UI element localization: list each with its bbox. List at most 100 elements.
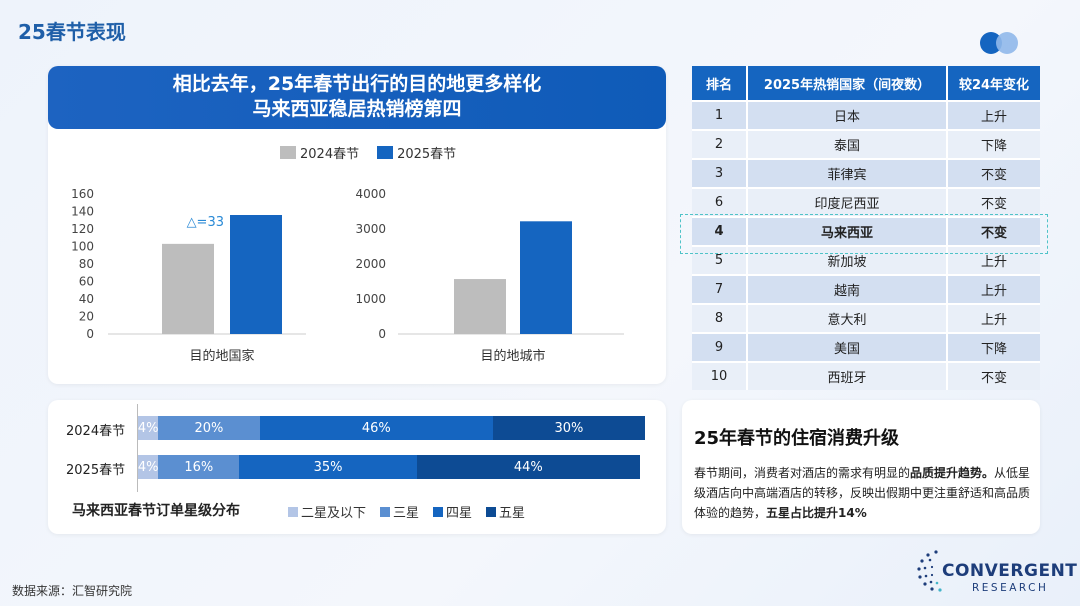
- country-cell: 日本: [746, 102, 946, 129]
- header-country: 2025年热销国家（间夜数）: [746, 66, 946, 100]
- legend-item-2025: 2025春节: [377, 143, 456, 162]
- table-row: 3 菲律宾 不变: [692, 158, 1040, 187]
- page-title: 25春节表现: [18, 20, 126, 44]
- stack-legend-label: 三星: [393, 506, 420, 521]
- banner-line-2: 马来西亚稳居热销榜第四: [252, 98, 462, 120]
- y-tick-label: 20: [79, 310, 94, 324]
- rank-cell: 1: [714, 108, 724, 123]
- stack-segment-四星: 35%: [239, 455, 417, 479]
- table-row: 4 马来西亚 不变: [692, 216, 1040, 245]
- delta-annotation: △=33: [187, 215, 224, 230]
- stack-legend-label: 四星: [446, 506, 473, 521]
- change-cell: 不变: [946, 363, 1040, 390]
- bar-city-2025春节: [520, 221, 572, 334]
- stack-label-2025: 2025春节: [66, 463, 126, 478]
- stack-legend-item: 二星及以下: [288, 502, 366, 521]
- table-header: 排名 2025年热销国家（间夜数） 较24年变化: [692, 66, 1040, 100]
- change-cell: 上升: [946, 102, 1040, 129]
- stack-label-2024: 2024春节: [66, 424, 126, 439]
- y-tick-label: 40: [79, 292, 94, 306]
- banner: 相比去年，25年春节出行的目的地更多样化 马来西亚稳居热销榜第四: [48, 66, 666, 129]
- legend-label-2024: 2024春节: [300, 147, 360, 162]
- stack-segment-二星及以下: 4%: [138, 455, 158, 479]
- table-row: 10 西班牙 不变: [692, 361, 1040, 390]
- stack-legend-swatch: [486, 506, 497, 517]
- y-tick-label: 160: [71, 187, 94, 201]
- bar-country-2025春节: [230, 215, 282, 334]
- y-tick-label: 4000: [355, 187, 386, 201]
- y-tick-label: 1000: [355, 292, 386, 306]
- decor-dots: [980, 32, 1024, 54]
- logo: CONVERGENT RESEARCH: [916, 548, 1077, 598]
- x-category-label: 目的地国家: [189, 348, 254, 364]
- stack-legend-item: 四星: [433, 502, 472, 521]
- stack-segment-四星: 46%: [259, 416, 493, 440]
- bar-charts: 0 20 40 60 80 100 120 140 160 目的地国家 △=33 0 1000 2000 3…: [71, 187, 624, 364]
- y-tick-label: 0: [378, 327, 386, 341]
- change-cell: 不变: [946, 189, 1040, 216]
- stack-bar-2024: 4% 20% 46% 30%: [138, 416, 645, 440]
- insight-body: 春节期间，消费者对酒店的需求有明显的品质提升趋势。从低星级酒店向中高端酒店的转移…: [694, 463, 1034, 523]
- y-tick-label: 140: [71, 205, 94, 219]
- stack-segment-五星: 30%: [492, 416, 645, 440]
- country-cell: 美国: [746, 334, 946, 361]
- legend-swatch-2025: [377, 146, 394, 159]
- y-tick-label: 0: [86, 327, 94, 341]
- table-body: 1 日本 上升 2 泰国 下降 3 菲律宾 不变 6 印度尼西亚 不变 4 马来西亚 不变 5 新加坡 上升 7 越南…: [692, 100, 1040, 390]
- legend-label-2025: 2025春节: [397, 147, 457, 162]
- stack-legend-item: 三星: [380, 502, 419, 521]
- country-cell: 泰国: [746, 131, 946, 158]
- stack-legend: 二星及以下 三星 四星 五星: [288, 502, 525, 521]
- bar-country-2024春节: [162, 243, 214, 334]
- stack-segment-二星及以下: 4%: [138, 416, 158, 440]
- country-cell: 新加坡: [746, 247, 946, 274]
- rank-cell: 5: [714, 253, 724, 268]
- y-tick-label: 100: [71, 240, 94, 254]
- table-row: 5 新加坡 上升: [692, 245, 1040, 274]
- stack-legend-label: 二星及以下: [301, 506, 367, 521]
- y-tick-label: 3000: [355, 222, 386, 236]
- table-row: 7 越南 上升: [692, 274, 1040, 303]
- stack-legend-label: 五星: [499, 506, 526, 521]
- bar-city-2024春节: [454, 279, 506, 334]
- rank-cell: 4: [714, 224, 724, 239]
- country-cell: 意大利: [746, 305, 946, 332]
- stack-title: 马来西亚春节订单星级分布: [72, 503, 240, 519]
- table-row: 1 日本 上升: [692, 100, 1040, 129]
- rank-cell: 7: [714, 282, 724, 297]
- stack-bar-2025: 4% 16% 35% 44%: [138, 455, 645, 479]
- header-change: 较24年变化: [946, 66, 1040, 100]
- banner-line-1: 相比去年，25年春节出行的目的地更多样化: [172, 73, 542, 95]
- table-row: 2 泰国 下降: [692, 129, 1040, 158]
- rank-cell: 10: [710, 369, 728, 384]
- stack-legend-swatch: [380, 506, 391, 517]
- rank-cell: 9: [714, 340, 724, 355]
- logo-text-1: CONVERGENT: [942, 561, 1078, 581]
- insight-title: 25年春节的住宿消费升级: [694, 428, 900, 449]
- legend-swatch-2024: [280, 146, 296, 159]
- stack-segment-五星: 44%: [416, 455, 640, 479]
- change-cell: 下降: [946, 131, 1040, 158]
- bar-legend: 2024春节 2025春节: [280, 143, 456, 162]
- stack-legend-item: 五星: [486, 502, 525, 521]
- insight-bold-2: 五星占比提升14%: [766, 506, 867, 520]
- y-tick-label: 80: [79, 257, 94, 271]
- stack-legend-swatch: [288, 506, 298, 517]
- change-cell: 上升: [946, 276, 1040, 303]
- rank-cell: 3: [714, 166, 724, 181]
- y-tick-label: 60: [79, 275, 94, 289]
- ranking-table: 排名 2025年热销国家（间夜数） 较24年变化 1 日本 上升 2 泰国 下降 3 菲律宾不…: [692, 66, 1040, 390]
- table-row: 9 美国 下降: [692, 332, 1040, 361]
- source-note: 数据来源：汇智研究院: [12, 584, 133, 598]
- insight-text-1: 春节期间，消费者对酒店的需求有明显的: [694, 466, 911, 480]
- y-tick-label: 2000: [355, 257, 386, 271]
- change-cell: 不变: [946, 218, 1040, 245]
- stack-segment-三星: 20%: [158, 416, 260, 440]
- change-cell: 下降: [946, 334, 1040, 361]
- change-cell: 上升: [946, 247, 1040, 274]
- legend-item-2024: 2024春节: [280, 143, 359, 162]
- rank-cell: 6: [714, 195, 724, 210]
- change-cell: 不变: [946, 160, 1040, 187]
- header-rank: 排名: [705, 77, 732, 93]
- x-category-label: 目的地城市: [480, 348, 545, 364]
